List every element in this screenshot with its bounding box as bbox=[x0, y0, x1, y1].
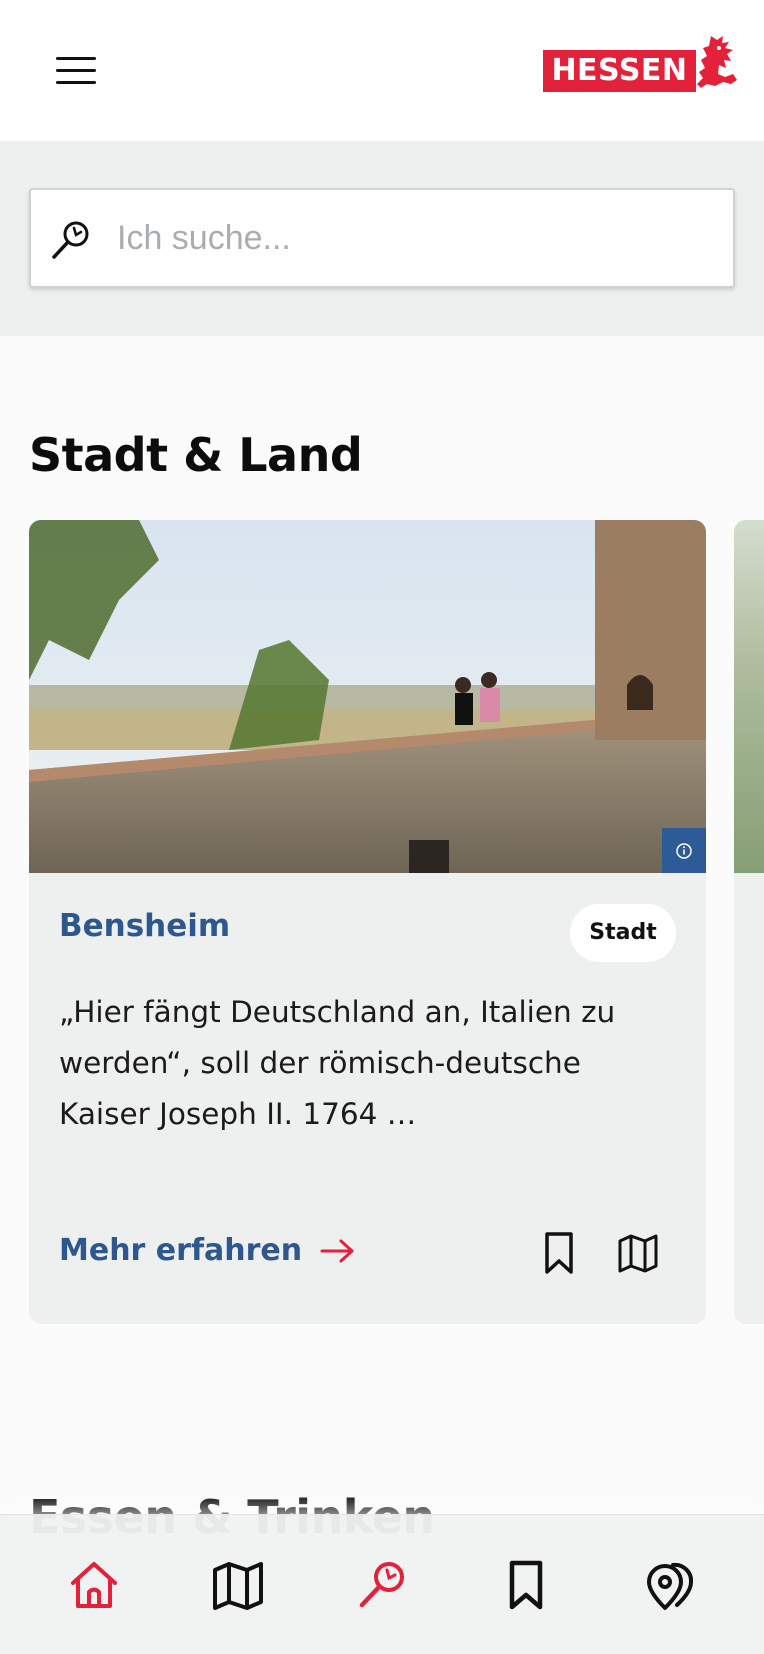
menu-line bbox=[56, 68, 96, 72]
search-bar[interactable] bbox=[29, 188, 735, 288]
image-info-button[interactable] bbox=[662, 828, 706, 873]
location-pin-icon bbox=[647, 1562, 694, 1610]
section-title: Stadt & Land bbox=[29, 428, 363, 482]
info-icon bbox=[676, 842, 692, 859]
more-link[interactable]: Mehr erfahren bbox=[59, 1233, 356, 1268]
search-section bbox=[0, 141, 764, 336]
bookmark-icon[interactable] bbox=[539, 1230, 579, 1276]
nav-bookmarks[interactable] bbox=[496, 1555, 556, 1615]
nav-search[interactable] bbox=[352, 1555, 412, 1615]
arrow-right-icon bbox=[320, 1239, 354, 1262]
menu-line bbox=[56, 80, 96, 84]
next-card-peek[interactable] bbox=[734, 520, 764, 1324]
category-tag: Stadt bbox=[570, 904, 676, 962]
app-header: HESSEN bbox=[0, 0, 764, 141]
next-card-image bbox=[734, 520, 764, 873]
nav-home[interactable] bbox=[64, 1555, 124, 1615]
menu-line bbox=[56, 56, 96, 60]
more-link-label: Mehr erfahren bbox=[59, 1233, 303, 1268]
bottom-navigation bbox=[0, 1514, 764, 1654]
card-image bbox=[29, 520, 706, 873]
nav-map[interactable] bbox=[208, 1555, 268, 1615]
lion-icon bbox=[697, 36, 737, 88]
nav-nearby[interactable] bbox=[640, 1555, 700, 1615]
place-card[interactable]: Bensheim Stadt „Hier fängt Deutschland a… bbox=[29, 520, 706, 1324]
menu-button[interactable] bbox=[50, 46, 102, 94]
logo-wordmark: HESSEN bbox=[543, 50, 696, 92]
card-title[interactable]: Bensheim bbox=[59, 908, 230, 944]
home-icon bbox=[71, 1562, 117, 1608]
hessen-logo[interactable]: HESSEN bbox=[543, 34, 741, 92]
search-icon bbox=[359, 1562, 404, 1608]
bookmark-icon bbox=[509, 1560, 543, 1610]
map-icon bbox=[213, 1562, 263, 1610]
card-description: „Hier fängt Deutschland an, Italien zu w… bbox=[59, 995, 616, 1131]
search-input[interactable] bbox=[117, 210, 707, 266]
map-icon[interactable] bbox=[617, 1232, 659, 1274]
search-icon bbox=[52, 221, 89, 259]
